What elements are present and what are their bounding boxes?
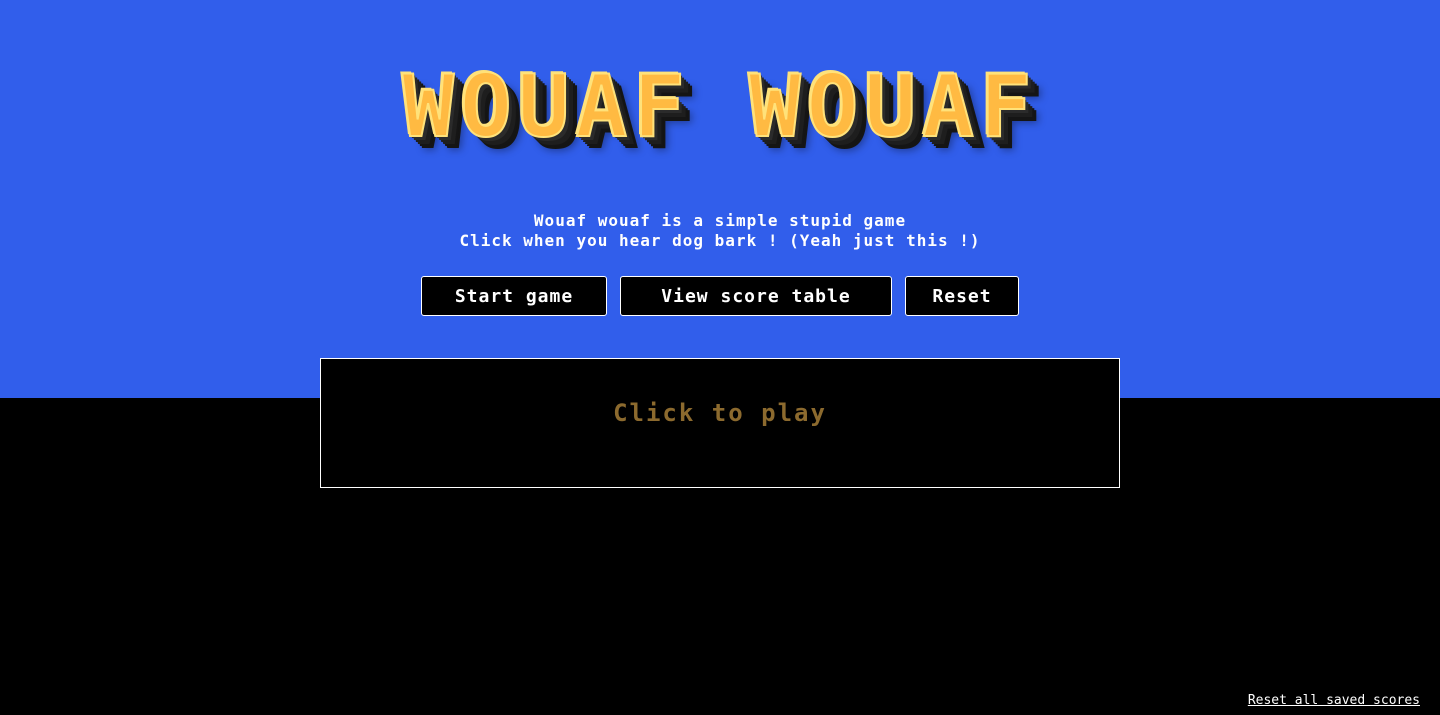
game-description: Wouaf wouaf is a simple stupid game Clic… bbox=[0, 211, 1440, 251]
reset-button[interactable]: Reset bbox=[905, 276, 1019, 316]
description-line-1: Wouaf wouaf is a simple stupid game bbox=[533, 211, 907, 230]
start-game-button[interactable]: Start game bbox=[421, 276, 607, 316]
description-line-2: Click when you hear dog bark ! (Yeah jus… bbox=[459, 231, 981, 250]
game-logo: WOUAF WOUAF bbox=[401, 56, 1038, 158]
click-to-play-prompt: Click to play bbox=[613, 399, 827, 427]
reset-all-scores-link[interactable]: Reset all saved scores bbox=[1248, 693, 1420, 708]
view-score-table-button[interactable]: View score table bbox=[620, 276, 892, 316]
game-play-area[interactable]: Click to play bbox=[320, 358, 1120, 488]
action-buttons: Start game View score table Reset bbox=[0, 276, 1440, 316]
